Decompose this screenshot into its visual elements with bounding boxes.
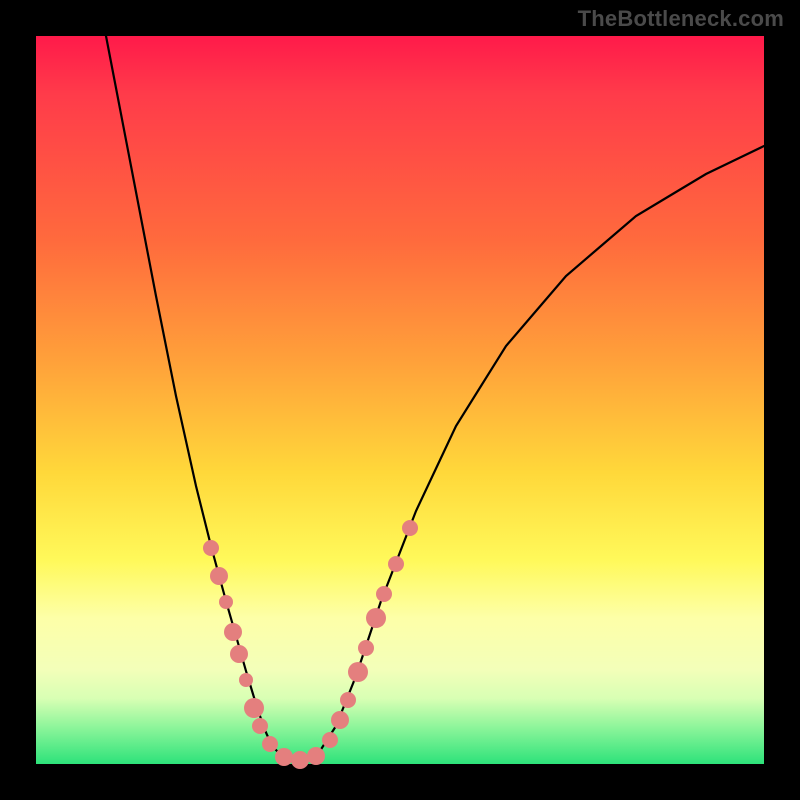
curve-left-branch [106, 36, 280, 754]
curve-right-branch [318, 146, 764, 754]
chart-overlay [36, 36, 764, 764]
bead-right-1 [331, 711, 349, 729]
bead-right-3 [348, 662, 368, 682]
bead-group [203, 520, 418, 769]
bead-floor-2 [307, 747, 325, 765]
bead-right-5 [366, 608, 386, 628]
plot-area [36, 36, 764, 764]
bead-left-0 [203, 540, 219, 556]
bead-left-7 [252, 718, 268, 734]
bead-right-0 [322, 732, 338, 748]
bead-left-5 [239, 673, 253, 687]
bead-left-8 [262, 736, 278, 752]
bead-left-1 [210, 567, 228, 585]
bead-left-6 [244, 698, 264, 718]
bead-floor-0 [275, 748, 293, 766]
bead-right-2 [340, 692, 356, 708]
bead-left-3 [224, 623, 242, 641]
bead-right-7 [388, 556, 404, 572]
bead-right-8 [402, 520, 418, 536]
bead-left-4 [230, 645, 248, 663]
chart-frame: TheBottleneck.com [0, 0, 800, 800]
bead-right-6 [376, 586, 392, 602]
bead-floor-1 [291, 751, 309, 769]
bead-right-4 [358, 640, 374, 656]
bead-left-2 [219, 595, 233, 609]
watermark-text: TheBottleneck.com [578, 6, 784, 32]
